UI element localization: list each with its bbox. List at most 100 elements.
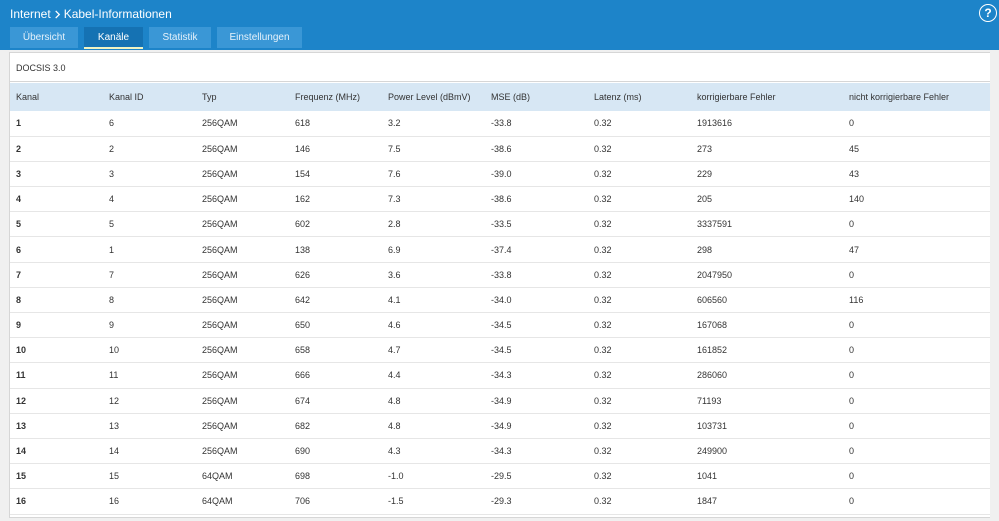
cell-nicht-korrigierbare-fehler: 47 [843, 236, 994, 263]
cell-nicht-korrigierbare-fehler: 0 [843, 312, 994, 339]
cell-nicht-korrigierbare-fehler: 0 [843, 413, 994, 439]
tab-kanaele[interactable]: Kanäle [84, 27, 143, 49]
cell-mse: -33.8 [485, 111, 588, 137]
cell-mse: -34.3 [485, 438, 588, 465]
breadcrumb-internet[interactable]: Internet [10, 7, 51, 21]
table-body: 1 6 256QAM 618 3.2 -33.8 0.32 1913616 0 2 2 256QAM 1… [10, 111, 994, 515]
cell-typ: 64QAM [196, 488, 289, 515]
section-title-docsis: DOCSIS 3.0 [16, 63, 66, 73]
cell-power-level: 4.1 [382, 287, 485, 314]
cell-mse: -37.4 [485, 236, 588, 263]
cell-korrigierbare-fehler: 286060 [691, 362, 843, 389]
cell-latenz: 0.32 [588, 136, 691, 162]
cell-frequenz: 698 [289, 463, 382, 490]
chevron-right-icon [54, 9, 60, 19]
table-row: 4 4 256QAM 162 7.3 -38.6 0.32 205 140 [10, 186, 994, 213]
cell-typ: 256QAM [196, 186, 289, 213]
cell-korrigierbare-fehler: 103731 [691, 413, 843, 439]
table-row: 13 13 256QAM 682 4.8 -34.9 0.32 103731 0 [10, 413, 994, 439]
cell-power-level: 7.3 [382, 186, 485, 213]
cell-korrigierbare-fehler: 205 [691, 186, 843, 213]
cell-kanal-id: 11 [103, 362, 196, 389]
help-icon[interactable]: ? [979, 4, 997, 22]
table-row: 6 1 256QAM 138 6.9 -37.4 0.32 298 47 [10, 236, 994, 263]
cell-nicht-korrigierbare-fehler: 0 [843, 211, 994, 238]
col-header-mse: MSE (dB) [485, 83, 588, 111]
cell-latenz: 0.32 [588, 463, 691, 490]
cell-latenz: 0.32 [588, 413, 691, 439]
cell-frequenz: 674 [289, 388, 382, 414]
cell-nicht-korrigierbare-fehler: 116 [843, 287, 994, 314]
cell-kanal: 1 [10, 111, 103, 137]
cell-latenz: 0.32 [588, 337, 691, 364]
cell-latenz: 0.32 [588, 362, 691, 389]
cell-kanal: 15 [10, 463, 103, 490]
cell-korrigierbare-fehler: 1913616 [691, 111, 843, 137]
tab-bar: Übersicht Kanäle Statistik Einstellungen [10, 27, 302, 50]
cell-latenz: 0.32 [588, 488, 691, 515]
cell-kanal-id: 4 [103, 186, 196, 213]
cell-frequenz: 642 [289, 287, 382, 314]
cell-mse: -34.3 [485, 362, 588, 389]
breadcrumb: Internet Kabel-Informationen [10, 7, 172, 21]
cell-kanal-id: 16 [103, 488, 196, 515]
cell-kanal-id: 15 [103, 463, 196, 490]
col-header-kanal-id: Kanal ID [103, 83, 196, 111]
cell-mse: -34.0 [485, 287, 588, 314]
cell-kanal: 13 [10, 413, 103, 439]
cell-frequenz: 666 [289, 362, 382, 389]
cell-power-level: 3.2 [382, 111, 485, 137]
cell-typ: 256QAM [196, 287, 289, 314]
tab-statistik[interactable]: Statistik [149, 27, 211, 48]
tab-uebersicht[interactable]: Übersicht [10, 27, 78, 48]
cell-power-level: 7.5 [382, 136, 485, 162]
table-row: 8 8 256QAM 642 4.1 -34.0 0.32 606560 116 [10, 287, 994, 314]
cell-typ: 256QAM [196, 388, 289, 414]
cell-kanal: 11 [10, 362, 103, 389]
cell-frequenz: 658 [289, 337, 382, 364]
table-row: 11 11 256QAM 666 4.4 -34.3 0.32 286060 0 [10, 362, 994, 389]
cell-kanal: 12 [10, 388, 103, 414]
cell-kanal: 16 [10, 488, 103, 515]
cell-mse: -33.8 [485, 262, 588, 288]
cell-kanal: 2 [10, 136, 103, 162]
cell-latenz: 0.32 [588, 186, 691, 213]
cell-kanal-id: 6 [103, 111, 196, 137]
cell-korrigierbare-fehler: 249900 [691, 438, 843, 465]
cell-latenz: 0.32 [588, 262, 691, 288]
cell-korrigierbare-fehler: 2047950 [691, 262, 843, 288]
cell-typ: 256QAM [196, 413, 289, 439]
cell-power-level: -1.5 [382, 488, 485, 515]
cell-kanal-id: 2 [103, 136, 196, 162]
cell-kanal: 5 [10, 211, 103, 238]
tab-einstellungen[interactable]: Einstellungen [217, 27, 302, 48]
table-row: 10 10 256QAM 658 4.7 -34.5 0.32 161852 0 [10, 337, 994, 364]
cell-nicht-korrigierbare-fehler: 0 [843, 438, 994, 465]
cell-mse: -38.6 [485, 186, 588, 213]
cell-latenz: 0.32 [588, 388, 691, 414]
scrollbar[interactable] [990, 50, 999, 521]
divider [10, 81, 994, 82]
cell-power-level: 4.8 [382, 413, 485, 439]
cell-kanal-id: 13 [103, 413, 196, 439]
cell-nicht-korrigierbare-fehler: 0 [843, 111, 994, 137]
cell-mse: -33.5 [485, 211, 588, 238]
cell-typ: 256QAM [196, 111, 289, 137]
cell-nicht-korrigierbare-fehler: 0 [843, 337, 994, 364]
cell-korrigierbare-fehler: 1041 [691, 463, 843, 490]
cell-mse: -38.6 [485, 136, 588, 162]
cell-latenz: 0.32 [588, 236, 691, 263]
cell-korrigierbare-fehler: 606560 [691, 287, 843, 314]
cell-power-level: -1.0 [382, 463, 485, 490]
cell-kanal-id: 9 [103, 312, 196, 339]
cell-korrigierbare-fehler: 3337591 [691, 211, 843, 238]
cell-nicht-korrigierbare-fehler: 0 [843, 362, 994, 389]
cell-frequenz: 706 [289, 488, 382, 515]
cell-korrigierbare-fehler: 1847 [691, 488, 843, 515]
cell-nicht-korrigierbare-fehler: 0 [843, 262, 994, 288]
cell-kanal-id: 1 [103, 236, 196, 263]
cell-typ: 64QAM [196, 463, 289, 490]
cell-typ: 256QAM [196, 362, 289, 389]
col-header-power-level: Power Level (dBmV) [382, 83, 485, 111]
cell-nicht-korrigierbare-fehler: 43 [843, 161, 994, 188]
